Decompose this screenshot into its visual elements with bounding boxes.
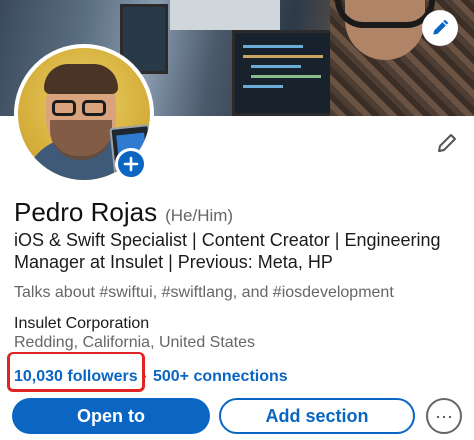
profile-name: Pedro Rojas [14,197,158,227]
plus-icon [123,156,139,172]
cover-shelf [170,0,280,30]
code-line [251,65,301,68]
add-photo-button[interactable] [115,148,147,180]
code-line [251,75,321,78]
open-to-button[interactable]: Open to [12,398,210,434]
current-company[interactable]: Insulet Corporation [14,315,149,333]
profile-pronouns: (He/Him) [165,206,234,225]
add-section-button[interactable]: Add section [219,398,415,434]
ellipsis-icon: ··· [435,405,453,426]
name-row: Pedro Rojas (He/Him) [14,197,233,228]
more-options-button[interactable]: ··· [426,398,462,434]
followers-highlight-annotation [7,352,145,392]
profile-location: Redding, California, United States [14,334,256,351]
pencil-icon [438,134,456,152]
code-line [243,85,283,88]
cover-monitor-right [232,30,342,116]
code-line [243,55,323,58]
edit-profile-button[interactable] [432,128,462,158]
connections-link[interactable]: 500+ connections [153,368,288,386]
edit-cover-button[interactable] [422,10,458,46]
avatar-glasses [52,100,76,116]
pencil-icon [433,19,449,35]
code-line [243,45,303,48]
talks-about: Talks about #swiftui, #swiftlang, and #i… [14,284,394,301]
avatar-glasses [82,100,106,116]
cover-headset [335,0,435,28]
avatar-hair [44,64,118,94]
profile-headline: iOS & Swift Specialist | Content Creator… [14,230,441,272]
